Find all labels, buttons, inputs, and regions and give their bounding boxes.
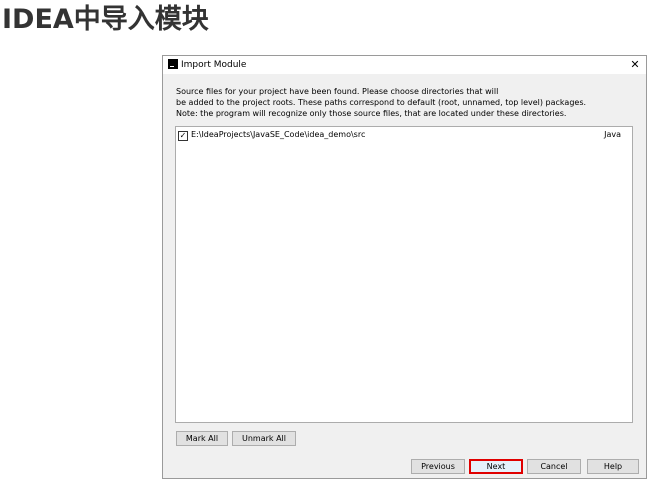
unmark-all-button[interactable]: Unmark All [232,431,296,446]
description-line: be added to the project roots. These pat… [176,98,587,107]
page-heading: IDEA中导入模块 [2,4,209,35]
next-button[interactable]: Next [469,459,523,474]
close-button[interactable]: ✕ [624,56,646,74]
description-line: Source files for your project have been … [176,87,499,96]
directory-checkbox[interactable]: ✓ [178,131,188,141]
previous-button[interactable]: Previous [411,459,465,474]
dialog-description: Source files for your project have been … [176,86,586,119]
source-directory-list: ✓ E:\IdeaProjects\JavaSE_Code\idea_demo\… [175,126,633,423]
directory-path: E:\IdeaProjects\JavaSE_Code\idea_demo\sr… [191,130,366,139]
import-module-dialog: Import Module ✕ Source files for your pr… [162,55,647,479]
mark-all-button[interactable]: Mark All [176,431,228,446]
description-line: Note: the program will recognize only th… [176,109,567,118]
help-button[interactable]: Help [587,459,639,474]
directory-type: Java [604,130,621,139]
cancel-button[interactable]: Cancel [527,459,581,474]
intellij-icon [168,59,178,69]
dialog-title: Import Module [181,60,247,70]
directory-row[interactable]: ✓ E:\IdeaProjects\JavaSE_Code\idea_demo\… [176,129,632,143]
dialog-titlebar: Import Module ✕ [163,56,646,74]
